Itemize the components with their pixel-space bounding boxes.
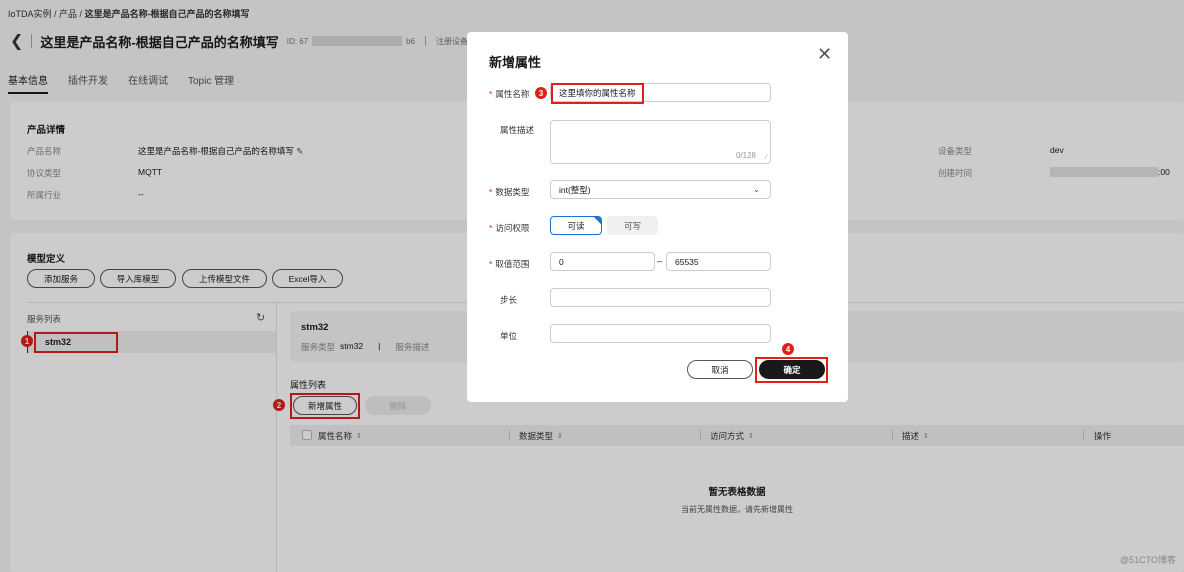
annotation-badge: 3	[535, 87, 547, 99]
option-label: 可写	[623, 220, 641, 231]
step-input[interactable]	[550, 288, 771, 307]
option-label: 可读	[567, 220, 585, 231]
annotation-badge: 4	[782, 343, 794, 355]
step-label: 步长	[500, 295, 518, 305]
access-read-option[interactable]: 可读	[550, 216, 602, 235]
annotation-box-4	[755, 357, 828, 383]
data-type-label: * 数据类型	[489, 187, 530, 197]
range-label: * 取值范围	[489, 259, 530, 269]
input-value: 0	[559, 256, 564, 267]
unit-input[interactable]	[550, 324, 771, 343]
label-text: 属性名称	[495, 89, 530, 99]
access-write-option[interactable]: 可写	[607, 216, 658, 235]
cancel-button[interactable]: 取消	[687, 360, 753, 379]
close-icon[interactable]: ✕	[817, 44, 832, 65]
char-counter: 0/128	[735, 151, 756, 160]
label-text: 取值范围	[495, 259, 530, 269]
unit-label: 单位	[500, 331, 518, 341]
range-min-input[interactable]: 0	[550, 252, 655, 271]
access-label: * 访问权限	[489, 223, 530, 233]
range-max-input[interactable]: 65535	[666, 252, 771, 271]
selected-check-icon	[593, 217, 601, 225]
label-text: 访问权限	[495, 223, 530, 233]
label-text: 数据类型	[495, 187, 530, 197]
input-value: 65535	[675, 256, 699, 267]
data-type-select[interactable]: int(整型) ⌄	[550, 180, 771, 199]
resize-handle-icon[interactable]: ∕	[766, 154, 767, 161]
add-property-dialog: 新增属性 ✕ * 属性名称 这里填你的属性名称 3 属性描述 0/128 ∕ * 数…	[467, 32, 848, 402]
selected-value: int(整型)	[559, 184, 591, 195]
description-label: 属性描述	[500, 125, 535, 135]
annotation-box-3	[551, 83, 644, 104]
dialog-title: 新增属性	[489, 55, 542, 70]
chevron-down-icon: ⌄	[752, 184, 760, 194]
property-description-textarea[interactable]: 0/128 ∕	[550, 120, 771, 164]
range-separator: –	[657, 256, 663, 266]
